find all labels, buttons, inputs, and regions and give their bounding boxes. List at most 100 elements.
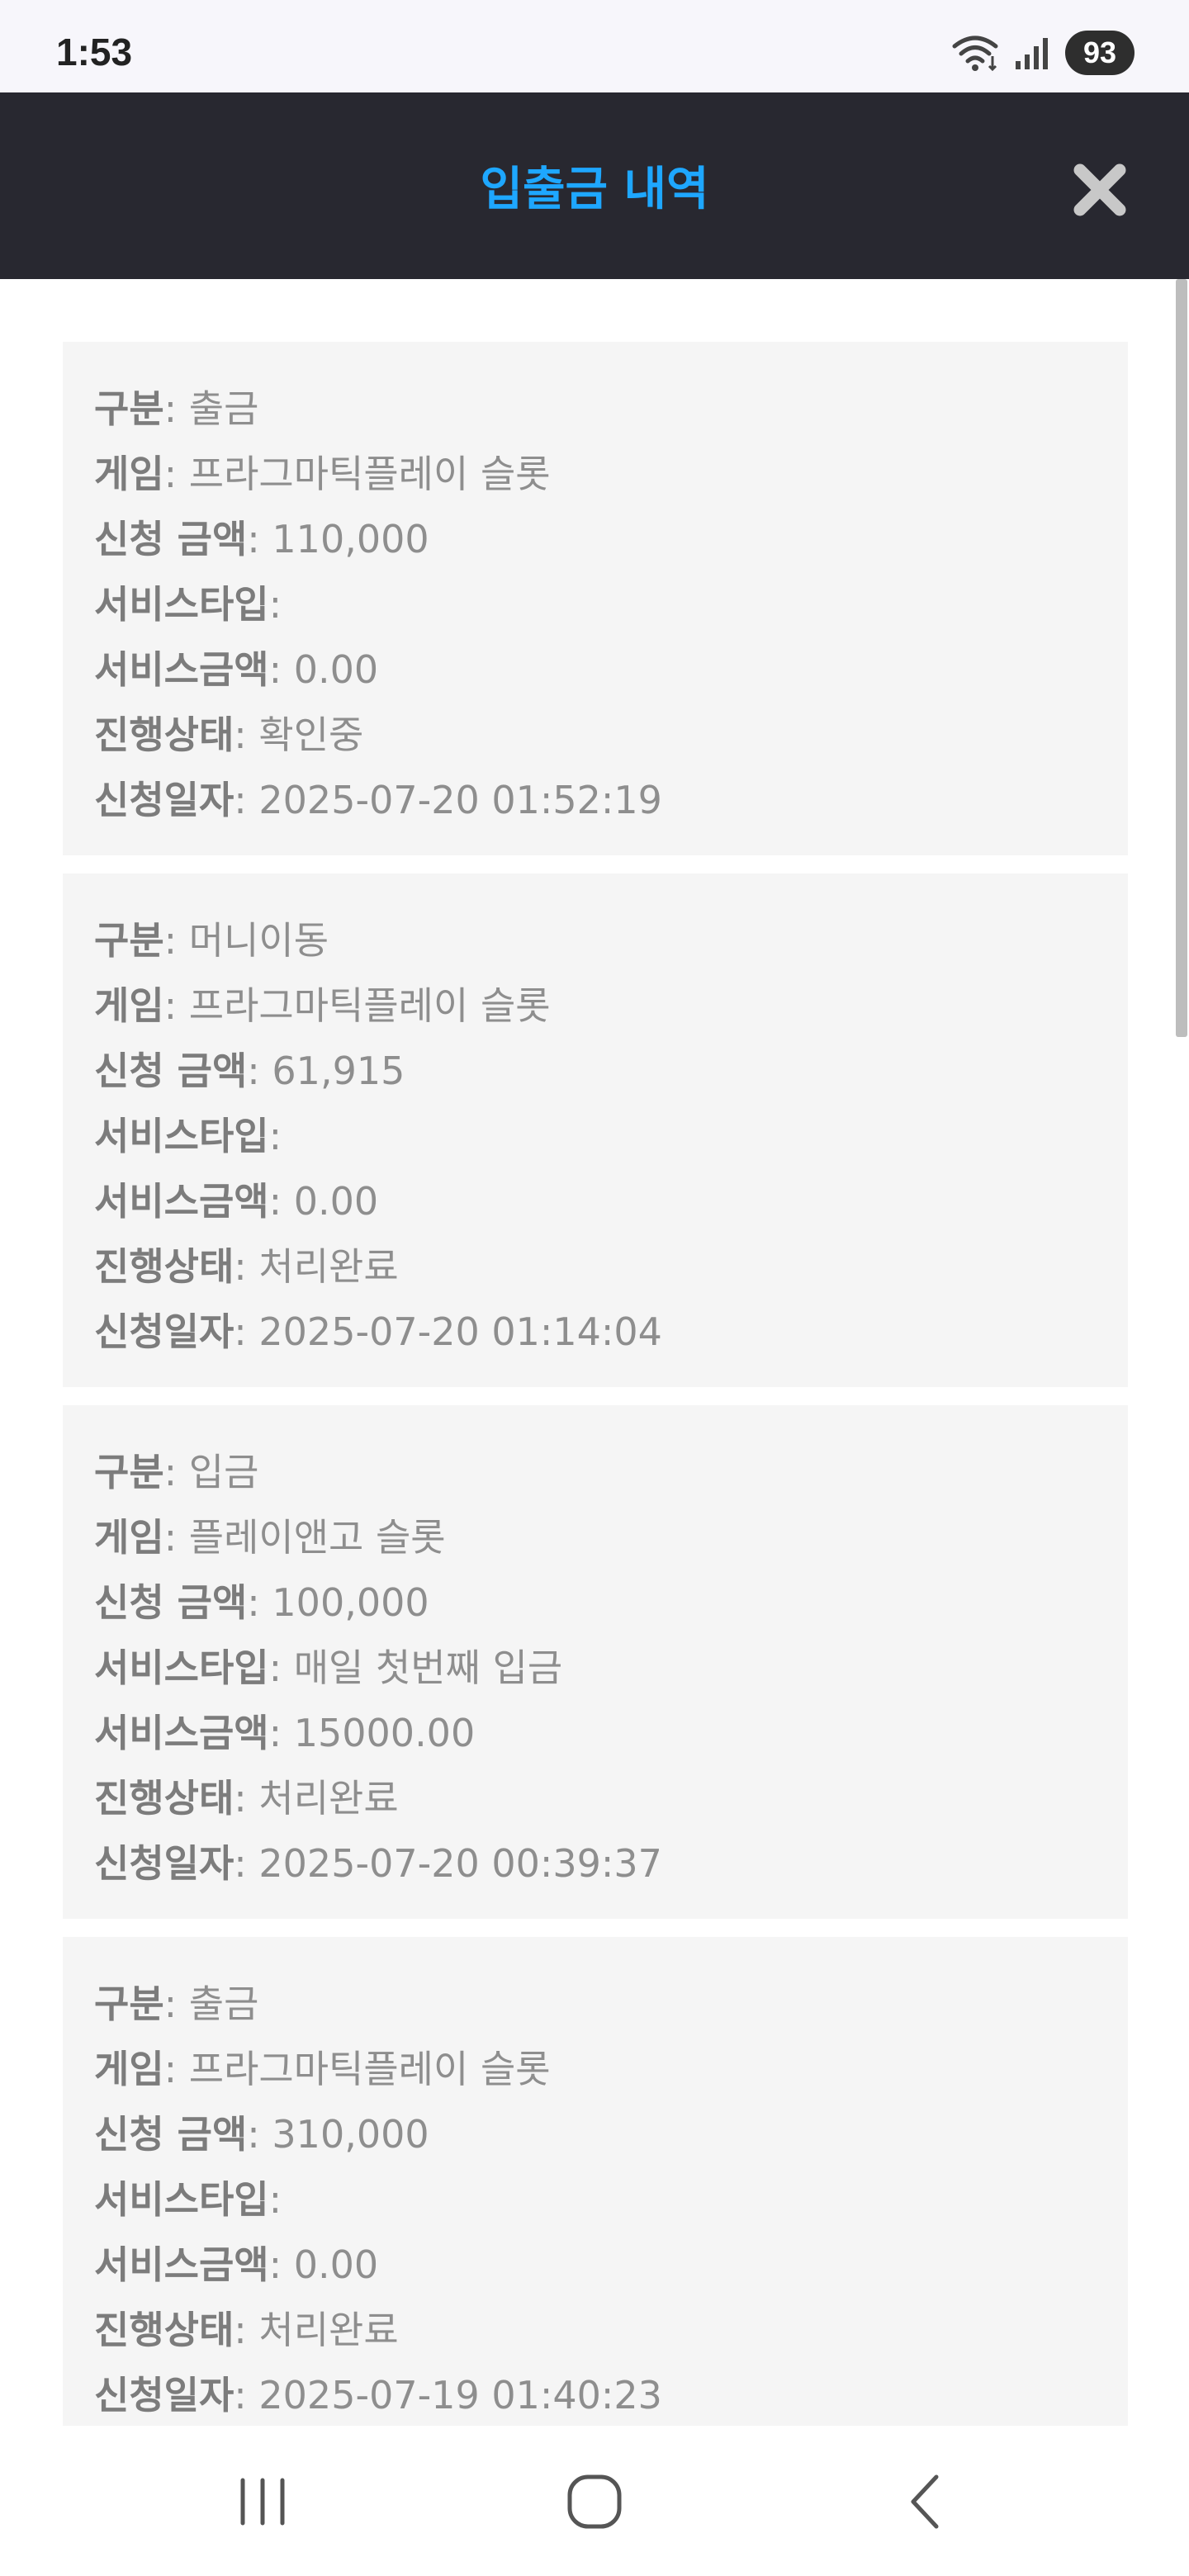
row-type: 구분: 출금	[94, 1972, 662, 2037]
value-progress: : 처리완료	[234, 1244, 399, 1289]
row-date: 신청일자: 2025-07-20 00:39:37	[94, 1831, 662, 1896]
row-type: 구분: 머니이동	[94, 908, 662, 973]
row-service-amount: 서비스금액: 0.00	[94, 637, 662, 703]
label-service-type: 서비스타입	[94, 1114, 269, 1158]
value-type: : 입금	[163, 1450, 259, 1494]
value-type: : 출금	[163, 1982, 259, 2026]
value-game: : 프라그마틱플레이 슬롯	[163, 983, 551, 1028]
value-type: : 출금	[163, 386, 259, 431]
status-bar: 1:53 93	[0, 0, 1189, 92]
recents-icon[interactable]	[230, 2469, 296, 2535]
value-game: : 프라그마틱플레이 슬롯	[163, 2047, 551, 2091]
row-type: 구분: 출금	[94, 376, 662, 442]
value-date: : 2025-07-20 00:39:37	[234, 1841, 662, 1886]
row-game: 게임: 프라그마틱플레이 슬롯	[94, 442, 662, 507]
label-game: 게임	[94, 452, 164, 496]
label-service-amount: 서비스금액	[94, 1179, 269, 1224]
row-service-amount: 서비스금액: 0.00	[94, 2233, 662, 2298]
label-amount: 신청 금액	[94, 2112, 248, 2157]
label-progress: 진행상태	[94, 2308, 234, 2352]
value-service-type: :	[268, 582, 282, 627]
label-date: 신청일자	[94, 1841, 234, 1886]
value-amount: : 100,000	[247, 1580, 429, 1625]
row-amount: 신청 금액: 100,000	[94, 1570, 662, 1636]
label-progress: 진행상태	[94, 1244, 234, 1289]
label-service-amount: 서비스금액	[94, 2242, 269, 2287]
label-date: 신청일자	[94, 778, 234, 822]
label-type: 구분	[94, 1982, 164, 2026]
row-progress: 진행상태: 처리완료	[94, 1234, 662, 1300]
row-amount: 신청 금액: 61,915	[94, 1039, 662, 1104]
label-game: 게임	[94, 1515, 164, 1560]
status-time: 1:53	[56, 31, 133, 73]
label-game: 게임	[94, 983, 164, 1028]
label-progress: 진행상태	[94, 713, 234, 757]
transaction-card: 구분: 출금 게임: 프라그마틱플레이 슬롯 신청 금액: 110,000 서비…	[63, 342, 1128, 855]
row-amount: 신청 금액: 110,000	[94, 507, 662, 572]
signal-icon	[1016, 38, 1048, 69]
status-icons: 93	[951, 30, 1135, 76]
header: 입출금 내역	[0, 92, 1189, 279]
value-amount: : 310,000	[247, 2112, 429, 2157]
value-service-type: :	[268, 1114, 282, 1158]
transaction-card: 구분: 출금 게임: 프라그마틱플레이 슬롯 신청 금액: 310,000 서비…	[63, 1937, 1128, 2426]
row-progress: 진행상태: 처리완료	[94, 1766, 662, 1831]
transaction-list[interactable]: 구분: 출금 게임: 프라그마틱플레이 슬롯 신청 금액: 110,000 서비…	[0, 279, 1176, 2426]
row-date: 신청일자: 2025-07-20 01:52:19	[94, 768, 662, 833]
value-service-amount: : 0.00	[268, 647, 379, 692]
row-service-type: 서비스타입:	[94, 2167, 662, 2233]
label-amount: 신청 금액	[94, 1049, 248, 1093]
value-progress: : 처리완료	[234, 1776, 399, 1821]
value-date: : 2025-07-19 01:40:23	[234, 2373, 662, 2417]
page-title: 입출금 내역	[480, 163, 709, 216]
row-service-amount: 서비스금액: 0.00	[94, 1169, 662, 1234]
value-date: : 2025-07-20 01:52:19	[234, 778, 662, 822]
row-game: 게임: 프라그마틱플레이 슬롯	[94, 2037, 662, 2102]
value-game: : 플레이앤고 슬롯	[163, 1515, 446, 1560]
value-service-type: : 매일 첫번째 입금	[268, 1646, 563, 1690]
row-date: 신청일자: 2025-07-19 01:40:23	[94, 2363, 662, 2426]
row-game: 게임: 플레이앤고 슬롯	[94, 1505, 662, 1570]
scrollbar-thumb[interactable]	[1176, 279, 1187, 1037]
value-service-amount: : 15000.00	[268, 1711, 476, 1755]
label-service-amount: 서비스금액	[94, 647, 269, 692]
label-type: 구분	[94, 1450, 164, 1494]
row-service-type: 서비스타입: 매일 첫번째 입금	[94, 1636, 662, 1701]
row-type: 구분: 입금	[94, 1440, 662, 1505]
row-amount: 신청 금액: 310,000	[94, 2102, 662, 2167]
battery-indicator: 93	[1065, 31, 1135, 75]
label-amount: 신청 금액	[94, 517, 248, 561]
label-date: 신청일자	[94, 2373, 234, 2417]
value-amount: : 61,915	[247, 1049, 405, 1093]
label-type: 구분	[94, 386, 164, 431]
label-date: 신청일자	[94, 1309, 234, 1354]
row-service-type: 서비스타입:	[94, 1104, 662, 1169]
row-service-type: 서비스타입:	[94, 572, 662, 637]
home-icon[interactable]	[561, 2469, 628, 2535]
row-date: 신청일자: 2025-07-20 01:14:04	[94, 1300, 662, 1365]
value-service-amount: : 0.00	[268, 1179, 379, 1224]
value-service-amount: : 0.00	[268, 2242, 379, 2287]
row-progress: 진행상태: 처리완료	[94, 2298, 662, 2363]
value-service-type: :	[268, 2177, 282, 2222]
value-type: : 머니이동	[163, 918, 329, 963]
label-service-type: 서비스타입	[94, 2177, 269, 2222]
wifi-icon	[952, 36, 998, 71]
row-service-amount: 서비스금액: 15000.00	[94, 1701, 662, 1766]
value-progress: : 처리완료	[234, 2308, 399, 2352]
close-icon[interactable]	[1070, 160, 1130, 220]
transaction-card: 구분: 머니이동 게임: 프라그마틱플레이 슬롯 신청 금액: 61,915 서…	[63, 874, 1128, 1387]
label-service-amount: 서비스금액	[94, 1711, 269, 1755]
transaction-card: 구분: 입금 게임: 플레이앤고 슬롯 신청 금액: 100,000 서비스타입…	[63, 1405, 1128, 1919]
value-game: : 프라그마틱플레이 슬롯	[163, 452, 551, 496]
label-amount: 신청 금액	[94, 1580, 248, 1625]
label-progress: 진행상태	[94, 1776, 234, 1821]
label-service-type: 서비스타입	[94, 1646, 269, 1690]
row-game: 게임: 프라그마틱플레이 슬롯	[94, 973, 662, 1039]
row-progress: 진행상태: 확인중	[94, 703, 662, 768]
value-progress: : 확인중	[234, 713, 364, 757]
back-icon[interactable]	[893, 2469, 959, 2535]
system-nav-bar	[0, 2426, 1189, 2576]
label-service-type: 서비스타입	[94, 582, 269, 627]
value-amount: : 110,000	[247, 517, 429, 561]
